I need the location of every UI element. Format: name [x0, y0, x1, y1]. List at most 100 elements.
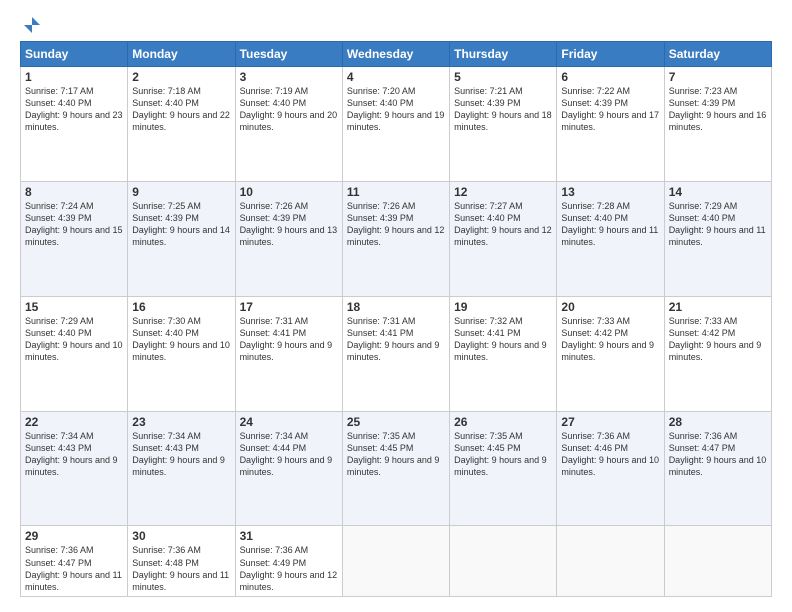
day-number: 5	[454, 70, 552, 84]
calendar-week-row: 22Sunrise: 7:34 AMSunset: 4:43 PMDayligh…	[21, 411, 772, 526]
day-info: Sunrise: 7:34 AMSunset: 4:43 PMDaylight:…	[132, 430, 230, 479]
day-info: Sunrise: 7:26 AMSunset: 4:39 PMDaylight:…	[347, 200, 445, 249]
day-number: 8	[25, 185, 123, 199]
day-info: Sunrise: 7:34 AMSunset: 4:43 PMDaylight:…	[25, 430, 123, 479]
day-info: Sunrise: 7:21 AMSunset: 4:39 PMDaylight:…	[454, 85, 552, 134]
day-info: Sunrise: 7:31 AMSunset: 4:41 PMDaylight:…	[240, 315, 338, 364]
day-number: 27	[561, 415, 659, 429]
day-info: Sunrise: 7:20 AMSunset: 4:40 PMDaylight:…	[347, 85, 445, 134]
day-number: 25	[347, 415, 445, 429]
day-number: 9	[132, 185, 230, 199]
calendar-cell: 18Sunrise: 7:31 AMSunset: 4:41 PMDayligh…	[342, 296, 449, 411]
day-number: 17	[240, 300, 338, 314]
calendar-cell: 12Sunrise: 7:27 AMSunset: 4:40 PMDayligh…	[450, 181, 557, 296]
calendar-header-row: SundayMondayTuesdayWednesdayThursdayFrid…	[21, 42, 772, 67]
day-info: Sunrise: 7:33 AMSunset: 4:42 PMDaylight:…	[669, 315, 767, 364]
calendar-cell: 1Sunrise: 7:17 AMSunset: 4:40 PMDaylight…	[21, 67, 128, 182]
calendar-week-row: 8Sunrise: 7:24 AMSunset: 4:39 PMDaylight…	[21, 181, 772, 296]
day-info: Sunrise: 7:18 AMSunset: 4:40 PMDaylight:…	[132, 85, 230, 134]
day-info: Sunrise: 7:26 AMSunset: 4:39 PMDaylight:…	[240, 200, 338, 249]
calendar-cell: 28Sunrise: 7:36 AMSunset: 4:47 PMDayligh…	[664, 411, 771, 526]
calendar-cell: 27Sunrise: 7:36 AMSunset: 4:46 PMDayligh…	[557, 411, 664, 526]
day-number: 28	[669, 415, 767, 429]
weekday-header: Saturday	[664, 42, 771, 67]
day-info: Sunrise: 7:36 AMSunset: 4:49 PMDaylight:…	[240, 544, 338, 593]
calendar-cell: 22Sunrise: 7:34 AMSunset: 4:43 PMDayligh…	[21, 411, 128, 526]
calendar-cell: 21Sunrise: 7:33 AMSunset: 4:42 PMDayligh…	[664, 296, 771, 411]
day-info: Sunrise: 7:35 AMSunset: 4:45 PMDaylight:…	[347, 430, 445, 479]
day-number: 4	[347, 70, 445, 84]
calendar-cell: 25Sunrise: 7:35 AMSunset: 4:45 PMDayligh…	[342, 411, 449, 526]
day-number: 18	[347, 300, 445, 314]
day-info: Sunrise: 7:36 AMSunset: 4:47 PMDaylight:…	[25, 544, 123, 593]
day-number: 31	[240, 529, 338, 543]
day-number: 13	[561, 185, 659, 199]
calendar-cell: 5Sunrise: 7:21 AMSunset: 4:39 PMDaylight…	[450, 67, 557, 182]
calendar-cell: 3Sunrise: 7:19 AMSunset: 4:40 PMDaylight…	[235, 67, 342, 182]
day-info: Sunrise: 7:30 AMSunset: 4:40 PMDaylight:…	[132, 315, 230, 364]
calendar-cell: 4Sunrise: 7:20 AMSunset: 4:40 PMDaylight…	[342, 67, 449, 182]
day-info: Sunrise: 7:29 AMSunset: 4:40 PMDaylight:…	[25, 315, 123, 364]
day-number: 19	[454, 300, 552, 314]
calendar-week-row: 1Sunrise: 7:17 AMSunset: 4:40 PMDaylight…	[21, 67, 772, 182]
calendar-cell: 14Sunrise: 7:29 AMSunset: 4:40 PMDayligh…	[664, 181, 771, 296]
calendar-cell: 16Sunrise: 7:30 AMSunset: 4:40 PMDayligh…	[128, 296, 235, 411]
weekday-header: Friday	[557, 42, 664, 67]
logo-icon	[22, 15, 42, 35]
calendar-cell	[342, 526, 449, 597]
calendar-cell: 9Sunrise: 7:25 AMSunset: 4:39 PMDaylight…	[128, 181, 235, 296]
day-number: 15	[25, 300, 123, 314]
day-number: 2	[132, 70, 230, 84]
calendar-cell: 29Sunrise: 7:36 AMSunset: 4:47 PMDayligh…	[21, 526, 128, 597]
page: SundayMondayTuesdayWednesdayThursdayFrid…	[0, 0, 792, 612]
day-number: 3	[240, 70, 338, 84]
day-info: Sunrise: 7:19 AMSunset: 4:40 PMDaylight:…	[240, 85, 338, 134]
calendar-cell: 31Sunrise: 7:36 AMSunset: 4:49 PMDayligh…	[235, 526, 342, 597]
day-number: 14	[669, 185, 767, 199]
calendar-cell: 7Sunrise: 7:23 AMSunset: 4:39 PMDaylight…	[664, 67, 771, 182]
day-number: 7	[669, 70, 767, 84]
calendar-cell: 13Sunrise: 7:28 AMSunset: 4:40 PMDayligh…	[557, 181, 664, 296]
calendar-cell: 17Sunrise: 7:31 AMSunset: 4:41 PMDayligh…	[235, 296, 342, 411]
day-number: 12	[454, 185, 552, 199]
calendar-cell: 2Sunrise: 7:18 AMSunset: 4:40 PMDaylight…	[128, 67, 235, 182]
day-info: Sunrise: 7:32 AMSunset: 4:41 PMDaylight:…	[454, 315, 552, 364]
calendar-cell: 15Sunrise: 7:29 AMSunset: 4:40 PMDayligh…	[21, 296, 128, 411]
calendar-cell	[450, 526, 557, 597]
calendar-cell: 10Sunrise: 7:26 AMSunset: 4:39 PMDayligh…	[235, 181, 342, 296]
day-info: Sunrise: 7:35 AMSunset: 4:45 PMDaylight:…	[454, 430, 552, 479]
weekday-header: Wednesday	[342, 42, 449, 67]
calendar-cell: 24Sunrise: 7:34 AMSunset: 4:44 PMDayligh…	[235, 411, 342, 526]
calendar-cell	[557, 526, 664, 597]
weekday-header: Thursday	[450, 42, 557, 67]
calendar-cell: 11Sunrise: 7:26 AMSunset: 4:39 PMDayligh…	[342, 181, 449, 296]
calendar-cell: 8Sunrise: 7:24 AMSunset: 4:39 PMDaylight…	[21, 181, 128, 296]
weekday-header: Tuesday	[235, 42, 342, 67]
day-info: Sunrise: 7:28 AMSunset: 4:40 PMDaylight:…	[561, 200, 659, 249]
day-info: Sunrise: 7:33 AMSunset: 4:42 PMDaylight:…	[561, 315, 659, 364]
calendar-cell: 19Sunrise: 7:32 AMSunset: 4:41 PMDayligh…	[450, 296, 557, 411]
header	[20, 15, 772, 31]
calendar-cell	[664, 526, 771, 597]
calendar-cell: 30Sunrise: 7:36 AMSunset: 4:48 PMDayligh…	[128, 526, 235, 597]
calendar-cell: 26Sunrise: 7:35 AMSunset: 4:45 PMDayligh…	[450, 411, 557, 526]
calendar-week-row: 15Sunrise: 7:29 AMSunset: 4:40 PMDayligh…	[21, 296, 772, 411]
day-info: Sunrise: 7:29 AMSunset: 4:40 PMDaylight:…	[669, 200, 767, 249]
day-info: Sunrise: 7:17 AMSunset: 4:40 PMDaylight:…	[25, 85, 123, 134]
day-number: 6	[561, 70, 659, 84]
calendar-table: SundayMondayTuesdayWednesdayThursdayFrid…	[20, 41, 772, 597]
calendar-cell: 6Sunrise: 7:22 AMSunset: 4:39 PMDaylight…	[557, 67, 664, 182]
day-number: 21	[669, 300, 767, 314]
day-info: Sunrise: 7:31 AMSunset: 4:41 PMDaylight:…	[347, 315, 445, 364]
day-info: Sunrise: 7:36 AMSunset: 4:46 PMDaylight:…	[561, 430, 659, 479]
calendar-cell: 20Sunrise: 7:33 AMSunset: 4:42 PMDayligh…	[557, 296, 664, 411]
day-number: 24	[240, 415, 338, 429]
day-info: Sunrise: 7:34 AMSunset: 4:44 PMDaylight:…	[240, 430, 338, 479]
day-number: 20	[561, 300, 659, 314]
day-number: 1	[25, 70, 123, 84]
day-info: Sunrise: 7:27 AMSunset: 4:40 PMDaylight:…	[454, 200, 552, 249]
day-info: Sunrise: 7:23 AMSunset: 4:39 PMDaylight:…	[669, 85, 767, 134]
weekday-header: Monday	[128, 42, 235, 67]
day-info: Sunrise: 7:36 AMSunset: 4:47 PMDaylight:…	[669, 430, 767, 479]
day-info: Sunrise: 7:36 AMSunset: 4:48 PMDaylight:…	[132, 544, 230, 593]
